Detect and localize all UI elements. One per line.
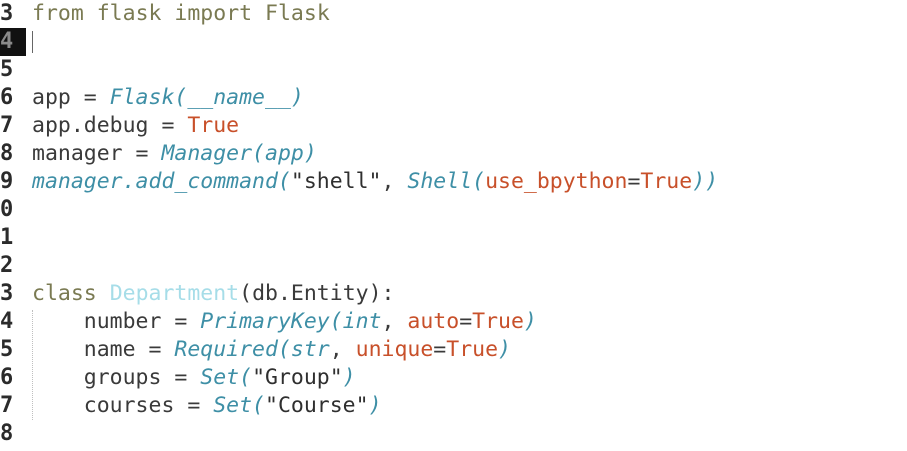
code-line[interactable]: 7 courses = Set("Course"): [0, 392, 907, 420]
indent-guide: [32, 310, 33, 420]
code-line[interactable]: 0: [0, 196, 907, 224]
line-number: 0: [0, 197, 14, 222]
code-token: "Group": [252, 365, 343, 390]
line-number: 1: [0, 225, 14, 250]
code-token: True: [472, 309, 524, 334]
code-line[interactable]: 4: [0, 28, 907, 56]
code-line[interactable]: 4 number = PrimaryKey(int, auto=True): [0, 308, 907, 336]
line-number: 4: [0, 309, 14, 334]
code-token: True: [640, 169, 693, 194]
code-token: str: [290, 337, 330, 362]
line-number: 3: [0, 1, 14, 26]
code-line[interactable]: 5 name = Required(str, unique=True): [0, 336, 907, 364]
code-token: app.debug =: [32, 113, 188, 138]
code-text: name = Required(str, unique=True): [32, 336, 511, 364]
line-number: 7: [0, 393, 14, 418]
line-number: 9: [0, 169, 14, 194]
code-token: )): [692, 169, 719, 194]
code-token: courses =: [32, 393, 214, 418]
code-token: class: [32, 281, 97, 306]
code-token: use_bpython: [485, 169, 628, 194]
code-text: number = PrimaryKey(int, auto=True): [32, 308, 537, 336]
line-number: 2: [0, 253, 14, 278]
code-line[interactable]: 9 manager.add_command("shell", Shell(use_…: [0, 168, 907, 196]
code-token: app =: [32, 85, 110, 110]
code-token: "Course": [265, 393, 369, 418]
code-editor[interactable]: 3 from flask import Flask 4 5 6 app = Flask(_…: [0, 0, 907, 451]
code-token: "shell": [290, 169, 382, 194]
code-token: True: [446, 337, 499, 362]
code-token: =: [627, 169, 641, 194]
text-cursor: [32, 31, 33, 53]
code-token: Department: [109, 281, 240, 306]
code-token: ,: [329, 337, 356, 362]
code-token: groups =: [32, 365, 201, 390]
code-line[interactable]: 8: [0, 420, 907, 448]
code-token: Set(: [213, 393, 265, 418]
line-number: 3: [0, 281, 14, 306]
code-token: ): [523, 309, 537, 334]
code-token: manager =: [32, 141, 162, 166]
code-line[interactable]: 3 class Department(db.Entity):: [0, 280, 907, 308]
code-text: class Department(db.Entity):: [32, 280, 394, 308]
code-token: Set(: [200, 365, 253, 390]
code-token: auto: [407, 309, 460, 334]
code-token: ,: [381, 169, 408, 194]
code-token: manager.add_command(: [32, 169, 291, 194]
code-token: name =: [32, 337, 175, 362]
code-line[interactable]: 5: [0, 56, 907, 84]
code-token: Flask: [265, 1, 330, 26]
code-text: from flask import Flask: [32, 0, 330, 28]
code-line[interactable]: 1: [0, 224, 907, 252]
code-line[interactable]: 7 app.debug = True: [0, 112, 907, 140]
line-number: 4: [0, 28, 26, 56]
code-text: app.debug = True: [32, 112, 239, 140]
line-number: 6: [0, 365, 14, 390]
code-token: PrimaryKey(: [200, 309, 343, 334]
code-token: ): [342, 365, 356, 390]
code-token: Required(: [174, 337, 291, 362]
code-text: groups = Set("Group"): [32, 364, 356, 392]
line-number: 7: [0, 113, 14, 138]
code-token: unique: [355, 337, 434, 362]
code-line[interactable]: 2: [0, 252, 907, 280]
code-token: number =: [32, 309, 201, 334]
code-token: Shell(: [407, 169, 486, 194]
code-text: manager = Manager(app): [32, 140, 317, 168]
code-token: import: [174, 1, 253, 26]
code-token: True: [187, 113, 240, 138]
line-number: 8: [0, 421, 14, 446]
line-number: 5: [0, 337, 14, 362]
code-line[interactable]: 6 app = Flask(__name__): [0, 84, 907, 112]
code-line[interactable]: 3 from flask import Flask: [0, 0, 907, 28]
code-token: flask: [96, 1, 162, 26]
line-number: 8: [0, 141, 14, 166]
code-token: from: [32, 1, 84, 26]
line-number: 6: [0, 85, 14, 110]
line-number: 5: [0, 57, 14, 82]
code-line[interactable]: 6 groups = Set("Group"): [0, 364, 907, 392]
code-token: Manager(app): [161, 141, 317, 166]
code-token: ): [498, 337, 511, 362]
code-token: =: [433, 337, 447, 362]
code-text: courses = Set("Course"): [32, 392, 382, 420]
code-line[interactable]: 8 manager = Manager(app): [0, 140, 907, 168]
code-token: Flask(__name__): [109, 85, 304, 110]
code-token: ,: [381, 309, 408, 334]
code-token: ): [368, 393, 382, 418]
code-token: int: [342, 309, 382, 334]
code-token: =: [459, 309, 473, 334]
code-token: (db.Entity):: [239, 281, 395, 306]
code-text: app = Flask(__name__): [32, 84, 304, 112]
code-text: manager.add_command("shell", Shell(use_b…: [32, 168, 718, 196]
